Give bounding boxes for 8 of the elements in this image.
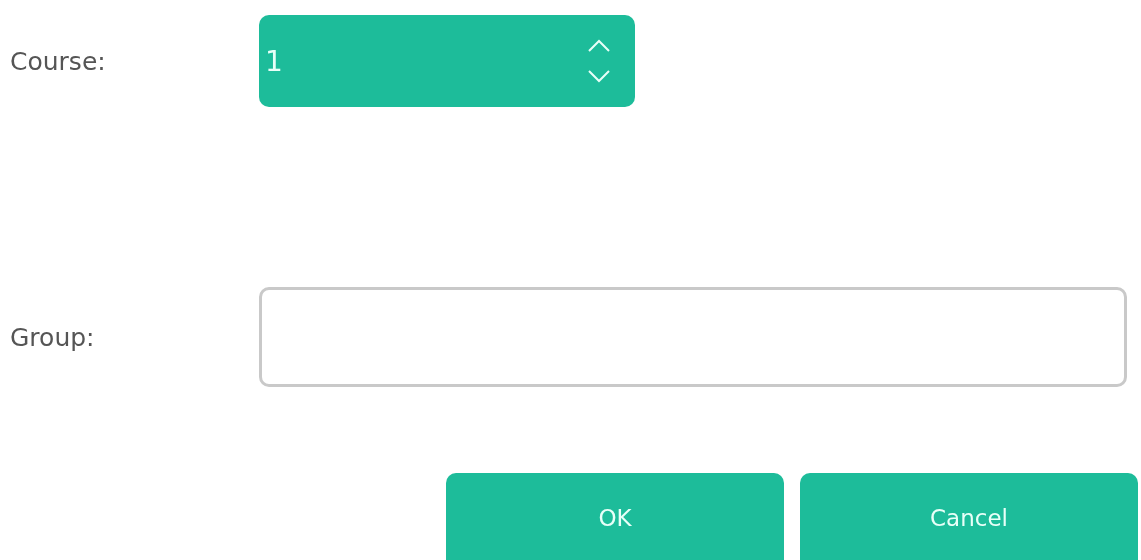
dialog-button[interactable]: Cancel [800,473,1138,560]
dialog-button[interactable]: OK [446,473,784,560]
chevron-up-icon[interactable] [587,39,611,53]
chevron-down-icon[interactable] [587,69,611,83]
field-label: Course: [9,46,107,76]
number-spinner[interactable]: 1 [259,15,635,107]
field-label: Group: [9,322,96,352]
input-field[interactable] [259,287,1127,387]
